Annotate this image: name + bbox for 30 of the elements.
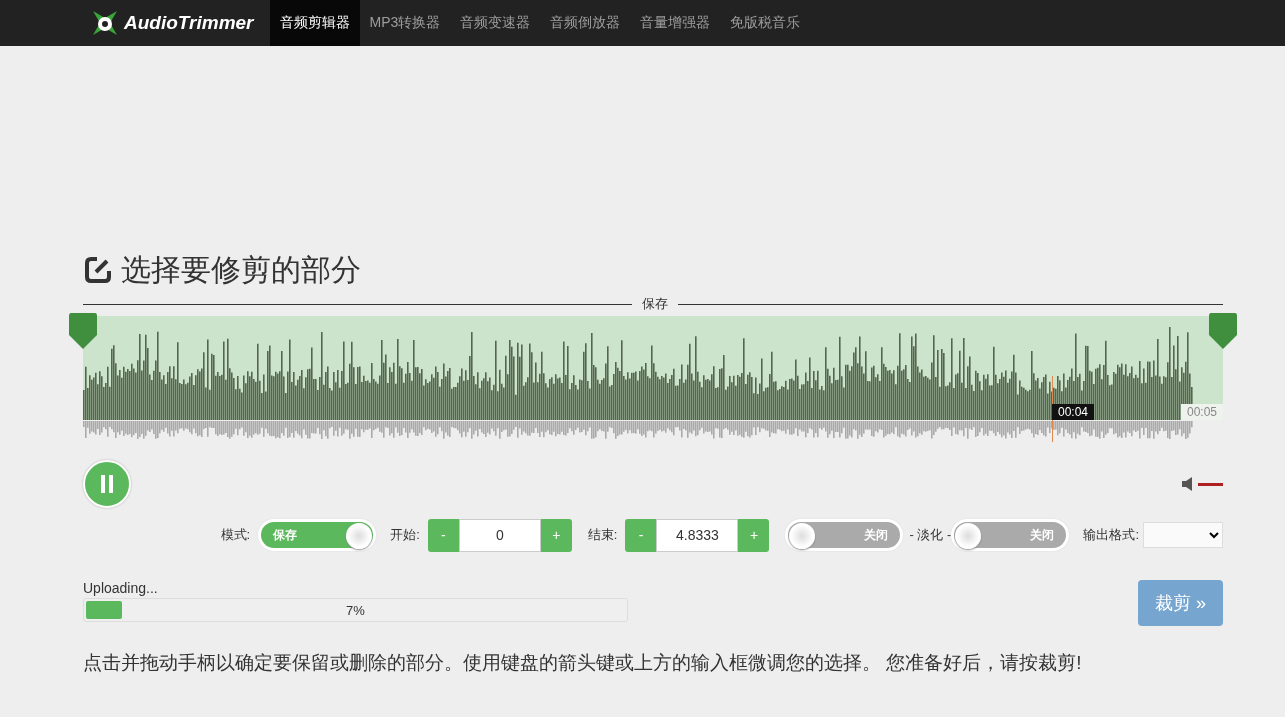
number-field[interactable]: 4.8333 [656,518,739,552]
waveform-drawing[interactable] [83,316,1223,442]
duration-time: 00:05 [1180,404,1223,420]
nav-link[interactable]: 音频剪辑器 [269,0,360,46]
volume-slider[interactable] [1198,482,1223,486]
fade-label: - 淡化 - [909,526,952,544]
end-label: 结束: [587,526,618,544]
nav-link[interactable]: 免版税音乐 [720,0,811,46]
instructions-text: 点击并拖动手柄以确定要保留或删除的部分。使用键盘的箭头键或上方的输入框微调您的选择。 您准备好后，请按裁剪! [83,651,1083,675]
nav-link[interactable]: 音频倒放器 [540,0,631,46]
speaker-icon[interactable] [1182,477,1194,491]
section-heading: 选择要修剪的部分 [121,251,361,288]
logo-text[interactable]: AudioTrimmer [124,12,254,34]
start-label: 开始: [390,526,420,544]
playhead-time: 00:04 [1052,404,1095,420]
pause-icon [99,475,115,493]
nav-link[interactable]: MP3转换器 [359,0,451,46]
nav-link[interactable]: 音量增强器 [630,0,721,46]
edit-icon [83,255,113,285]
upload-status: Uploading... [83,580,159,596]
logo-icon [90,8,120,38]
handle-marker[interactable] [69,313,97,350]
pause-button[interactable] [83,460,131,508]
progress-percent: 7% [345,603,366,618]
handle-marker[interactable] [1209,313,1237,350]
format-label: 输出格式: [1083,526,1139,544]
nav-link[interactable]: 音频变速器 [450,0,541,46]
mode-label: 模式: [220,526,251,544]
region-label: 保存 [642,295,668,313]
number-field[interactable]: 0 [458,518,541,552]
